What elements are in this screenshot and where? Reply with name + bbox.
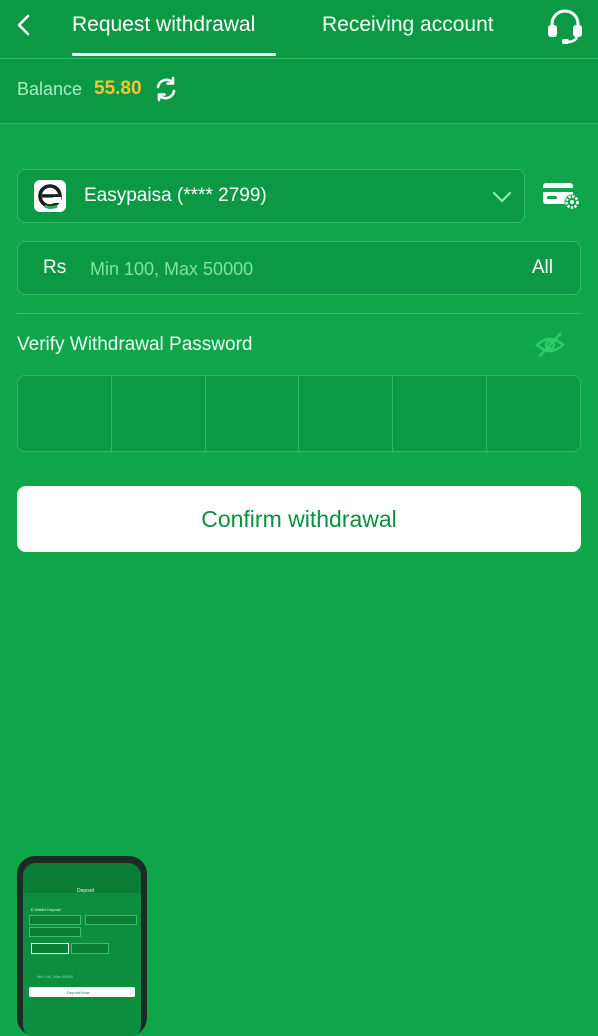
tab-receiving-account[interactable]: Receiving account: [322, 12, 494, 38]
headset-icon: [548, 9, 582, 44]
tab-request-withdrawal[interactable]: Request withdrawal: [72, 12, 255, 38]
eye-off-icon: [535, 332, 565, 358]
preview-option: [29, 927, 81, 937]
card-settings-icon: [543, 183, 580, 210]
preview-chip: [71, 943, 109, 954]
account-select[interactable]: Easypaisa (**** 2799): [17, 169, 525, 223]
active-tab-indicator: [72, 53, 276, 56]
currency-label: Rs: [43, 257, 67, 278]
pin-digit-box[interactable]: [18, 376, 112, 451]
balance-label: Balance: [17, 79, 83, 99]
pin-digit-box[interactable]: [206, 376, 300, 451]
preview-deposit-label: Deposit Now: [67, 990, 90, 995]
toggle-password-visibility[interactable]: [534, 331, 566, 359]
balance-amount: 55.80: [94, 78, 142, 99]
chevron-down-icon: [492, 191, 512, 203]
back-button[interactable]: [10, 10, 38, 40]
refresh-icon: [156, 76, 176, 102]
password-label: Verify Withdrawal Password: [17, 334, 253, 355]
easypaisa-logo-icon: [34, 180, 66, 212]
amount-input[interactable]: [88, 254, 492, 284]
preview-tab-label: E-Wallet Deposit: [31, 907, 61, 912]
preview-amount-hint: Min 100, Max 50000: [37, 974, 74, 979]
confirm-withdrawal-button[interactable]: Confirm withdrawal: [17, 486, 581, 552]
customer-support-button[interactable]: [544, 7, 586, 47]
preview-title: Deposit: [77, 888, 94, 894]
top-bar: Request withdrawal Receiving account: [0, 0, 598, 59]
balance-bar: Balance 55.80: [0, 59, 598, 124]
preview-chip: [31, 943, 69, 954]
amount-field: Rs All: [17, 241, 581, 295]
refresh-balance-button[interactable]: [153, 76, 179, 102]
selected-account-label: Easypaisa (**** 2799): [84, 185, 267, 206]
pin-digit-box[interactable]: [299, 376, 394, 451]
chevron-left-icon: [17, 14, 30, 36]
withdraw-all-button[interactable]: All: [532, 257, 553, 279]
preview-option: [29, 915, 81, 925]
password-pin-input[interactable]: [17, 375, 581, 452]
deposit-guide-preview[interactable]: Deposit E-Wallet Deposit Min 100, Max 50…: [17, 856, 147, 1036]
pin-digit-box[interactable]: [487, 376, 580, 451]
preview-screen: Deposit E-Wallet Deposit Min 100, Max 50…: [23, 863, 141, 1036]
pin-digit-box[interactable]: [393, 376, 488, 451]
manage-cards-button[interactable]: [541, 180, 583, 212]
divider: [17, 313, 581, 314]
preview-option: [85, 915, 137, 925]
pin-digit-box[interactable]: [112, 376, 206, 451]
